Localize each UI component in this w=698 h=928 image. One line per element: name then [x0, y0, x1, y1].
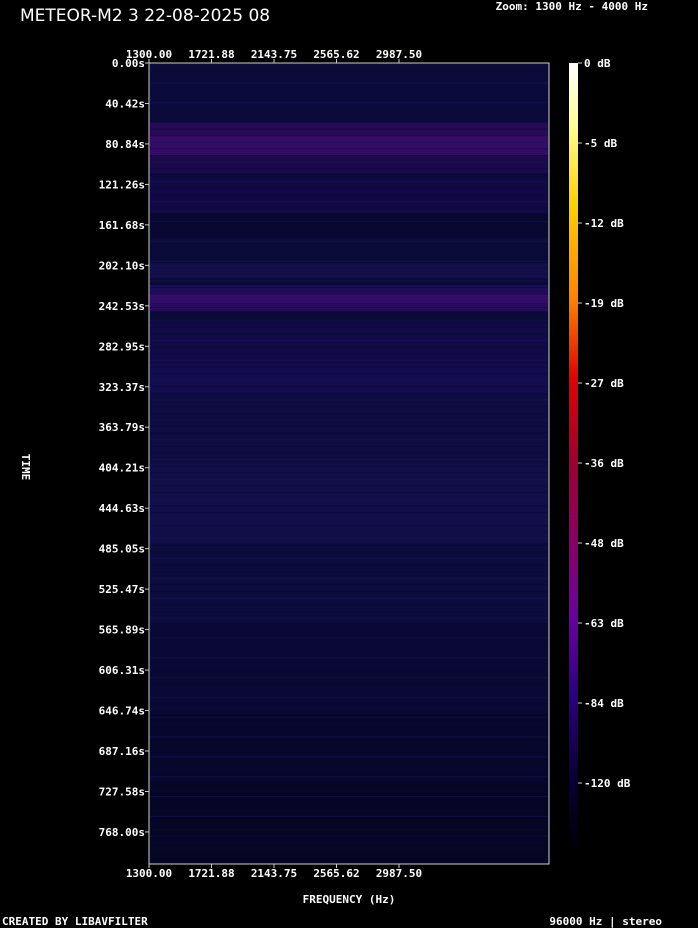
colorbar-label: -48 dB	[584, 537, 624, 550]
y-axis-label: TIME	[19, 454, 32, 481]
y-tick-label: 0.00s	[112, 57, 145, 70]
y-tick-label: 404.21s	[99, 462, 145, 475]
spectrogram-chart: 1300.00 1721.88 2143.75 2565.62 2987.50 1300…	[19, 48, 631, 906]
spectrogram-band	[150, 285, 548, 294]
x-tick-label-bottom: 2565.62	[313, 867, 359, 880]
spectrogram-band	[150, 623, 548, 714]
spectrogram-bands	[150, 62, 548, 864]
colorbar-label: -12 dB	[584, 217, 624, 230]
x-tick-label-top: 2143.75	[251, 48, 297, 61]
x-axis-label: FREQUENCY (Hz)	[303, 893, 396, 906]
y-tick-label: 768.00s	[99, 826, 145, 839]
x-tick-label-top: 2565.62	[313, 48, 359, 61]
spectrogram-band	[150, 293, 548, 304]
y-tick-label: 121.26s	[99, 178, 145, 191]
spectrogram-band	[150, 243, 548, 264]
x-axis-bottom: 1300.00 1721.88 2143.75 2565.62 2987.50	[126, 864, 422, 880]
y-tick-label: 727.58s	[99, 785, 145, 798]
colorbar-label: -84 dB	[584, 697, 624, 710]
x-tick-label-bottom: 1300.00	[126, 867, 172, 880]
colorbar-label: -27 dB	[584, 377, 624, 390]
footer-sample-info: 96000 Hz | stereo	[549, 915, 662, 928]
y-tick-label: 40.42s	[105, 97, 145, 110]
colorbar-label: -19 dB	[584, 297, 624, 310]
y-tick-label: 444.63s	[99, 502, 145, 515]
footer-credit: CREATED BY LIBAVFILTER	[2, 915, 148, 928]
y-tick-label: 161.68s	[99, 219, 145, 232]
colorbar-labels: 0 dB -5 dB -12 dB -19 dB -27 dB -36 dB -48 dB -…	[578, 57, 631, 790]
spectrogram-band	[150, 463, 548, 544]
y-tick-label: 646.74s	[99, 705, 145, 718]
x-tick-label-top: 2987.50	[376, 48, 422, 61]
y-tick-label: 606.31s	[99, 664, 145, 677]
y-tick-label: 687.16s	[99, 745, 145, 758]
spectrogram-band	[150, 363, 548, 394]
spectrogram-band	[150, 323, 548, 364]
colorbar-label: 0 dB	[584, 57, 611, 70]
y-tick-label: 323.37s	[99, 381, 145, 394]
x-tick-label-top: 1721.88	[188, 48, 234, 61]
y-tick-label: 525.47s	[99, 583, 145, 596]
y-axis: 0.00s 40.42s 80.84s 121.26s 161.68s 202.10s 24…	[99, 57, 149, 839]
y-tick-label: 485.05s	[99, 543, 145, 556]
y-tick-label: 242.53s	[99, 300, 145, 313]
spectrogram-band	[150, 783, 548, 864]
x-tick-label-bottom: 1721.88	[188, 867, 234, 880]
colorbar-label: -63 dB	[584, 617, 624, 630]
colorbar-label: -5 dB	[584, 137, 617, 150]
y-tick-label: 80.84s	[105, 138, 145, 151]
colorbar	[569, 63, 578, 853]
x-tick-label-bottom: 2987.50	[376, 867, 422, 880]
y-tick-label: 282.95s	[99, 340, 145, 353]
spectrogram-band	[150, 713, 548, 784]
colorbar-label: -36 dB	[584, 457, 624, 470]
spectrogram-band	[150, 155, 548, 174]
y-tick-label: 363.79s	[99, 421, 145, 434]
colorbar-label: -120 dB	[584, 777, 631, 790]
x-axis-top: 1300.00 1721.88 2143.75 2565.62 2987.50	[126, 48, 422, 63]
x-tick-label-bottom: 2143.75	[251, 867, 297, 880]
y-tick-label: 202.10s	[99, 259, 145, 272]
spectrogram-band	[150, 263, 548, 279]
spectrogram-band	[150, 135, 548, 156]
y-tick-label: 565.89s	[99, 624, 145, 637]
